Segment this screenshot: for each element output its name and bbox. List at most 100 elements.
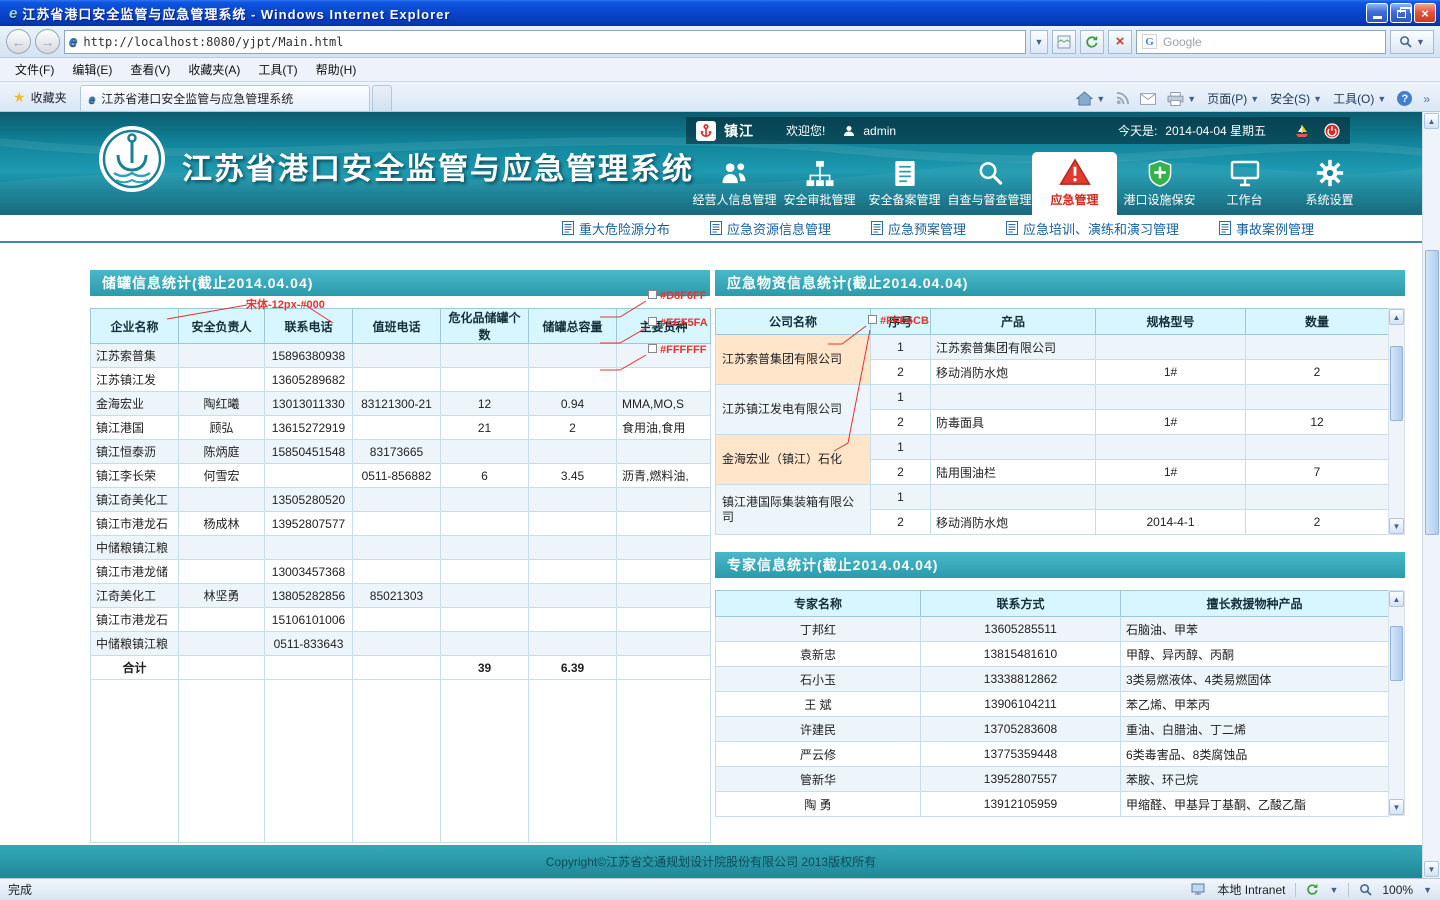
table-cell xyxy=(441,440,529,464)
subnav-case-management[interactable]: 事故案例管理 xyxy=(1219,219,1314,238)
experts-table-row: 管新华13952807557苯胺、环己烷 xyxy=(716,767,1389,792)
scroll-down-icon[interactable]: ▼ xyxy=(1389,518,1404,534)
command-bar: ▼ ▼ 页面(P) ▼ 安全(S) ▼ 工具(O) ▼ ? » xyxy=(1076,90,1436,111)
menu-file[interactable]: 文件(F) xyxy=(6,57,63,82)
table-cell xyxy=(1246,335,1389,360)
table-cell: 15106101006 xyxy=(265,608,353,632)
tank-table-row: 镇江恒泰沥陈炳庭1585045154883173665 xyxy=(91,440,711,464)
restore-button[interactable] xyxy=(1390,3,1412,23)
refresh-button[interactable] xyxy=(1080,30,1104,54)
page-scrollbar[interactable]: ▲ ▼ xyxy=(1422,112,1440,878)
page-icon: e xyxy=(69,33,77,50)
home-button[interactable]: ▼ xyxy=(1076,91,1105,106)
safety-menu-button[interactable]: 安全(S) ▼ xyxy=(1270,90,1322,107)
checkbox-icon xyxy=(648,344,657,353)
nav-emergency[interactable]: 应急管理 xyxy=(1032,152,1117,215)
subnav-plan-management[interactable]: 应急预案管理 xyxy=(871,219,966,238)
scroll-thumb[interactable] xyxy=(1425,250,1439,535)
overflow-chevron-icon[interactable]: » xyxy=(1423,92,1430,106)
table-cell: 2 xyxy=(871,360,931,385)
nav-operators[interactable]: 经营人信息管理 xyxy=(692,154,777,215)
scroll-up-icon[interactable]: ▲ xyxy=(1424,113,1439,129)
restore-icon xyxy=(1397,10,1406,18)
back-button[interactable]: ← xyxy=(6,29,31,54)
search-input[interactable]: G Google xyxy=(1136,30,1386,54)
scroll-down-icon[interactable]: ▼ xyxy=(1424,861,1439,877)
experts-table-row: 石小玉133388128623类易燃液体、4类易燃固体 xyxy=(716,667,1389,692)
table-cell: 12 xyxy=(441,392,529,416)
table-cell xyxy=(1246,385,1389,410)
browser-tab[interactable]: e 江苏省港口安全监管与应急管理系统 xyxy=(80,85,370,111)
menu-view[interactable]: 查看(V) xyxy=(121,57,179,82)
search-button[interactable]: ▼ xyxy=(1390,30,1434,54)
scroll-down-icon[interactable]: ▼ xyxy=(1389,799,1404,815)
tank-header-row: 企业名称 安全负责人 联系电话 值班电话 危化品储罐个数 储罐总容量 主要货种 xyxy=(91,309,711,344)
tank-table-row: 镇江市港龙储13003457368 xyxy=(91,560,711,584)
address-dropdown-button[interactable]: ▼ xyxy=(1030,30,1048,54)
table-cell: 85021303 xyxy=(353,584,441,608)
table-cell: 2 xyxy=(1246,360,1389,385)
page-menu-button[interactable]: 页面(P) ▼ xyxy=(1207,90,1259,107)
feeds-button[interactable] xyxy=(1116,92,1129,105)
menu-tools[interactable]: 工具(T) xyxy=(249,57,306,82)
experts-scrollbar[interactable]: ▲ ▼ xyxy=(1388,590,1405,816)
menu-help[interactable]: 帮助(H) xyxy=(307,57,366,82)
safety-menu-label: 安全(S) xyxy=(1270,90,1310,107)
menu-edit[interactable]: 编辑(E) xyxy=(63,57,121,82)
nav-approval[interactable]: 安全审批管理 xyxy=(777,154,862,215)
table-cell xyxy=(265,536,353,560)
nav-label: 工作台 xyxy=(1226,191,1262,208)
stop-button[interactable]: × xyxy=(1108,30,1132,54)
subnav-training-drills[interactable]: 应急培训、演练和演习管理 xyxy=(1006,219,1179,238)
forward-button[interactable]: → xyxy=(35,29,60,54)
table-cell xyxy=(617,656,711,680)
scroll-thumb[interactable] xyxy=(1390,346,1403,421)
table-cell: 顾弘 xyxy=(179,416,265,440)
scroll-up-icon[interactable]: ▲ xyxy=(1389,591,1404,607)
logout-icon[interactable] xyxy=(1324,123,1340,139)
supplies-scrollbar[interactable]: ▲ ▼ xyxy=(1388,308,1405,535)
scroll-up-icon[interactable]: ▲ xyxy=(1389,309,1404,325)
nav-port-security[interactable]: 港口设施保安 xyxy=(1117,154,1202,215)
scroll-thumb[interactable] xyxy=(1390,626,1403,681)
subnav-hazard-distribution[interactable]: 重大危险源分布 xyxy=(562,219,670,238)
mail-button[interactable] xyxy=(1140,93,1156,105)
chevron-down-icon[interactable]: ▼ xyxy=(1329,885,1338,895)
table-cell: 2 xyxy=(871,410,931,435)
address-input[interactable]: e http://localhost:8080/yjpt/Main.html xyxy=(64,30,1026,54)
today-label: 今天是: xyxy=(1118,122,1157,139)
browser-viewport: 江苏省港口安全监管与应急管理系统 镇江 欢迎您! admin 今天是: 2014… xyxy=(0,112,1440,878)
new-tab-button[interactable] xyxy=(372,85,392,111)
ship-icon[interactable] xyxy=(1294,124,1310,138)
compatibility-view-button[interactable] xyxy=(1052,30,1076,54)
minimize-button[interactable] xyxy=(1366,3,1388,23)
anchor-icon xyxy=(696,121,716,141)
nav-settings[interactable]: 系统设置 xyxy=(1287,153,1372,215)
table-cell: 林坚勇 xyxy=(179,584,265,608)
compat-status-icon[interactable] xyxy=(1306,883,1319,896)
nav-label: 经营人信息管理 xyxy=(692,191,776,208)
nav-workbench[interactable]: 工作台 xyxy=(1202,154,1287,215)
tab-title: 江苏省港口安全监管与应急管理系统 xyxy=(101,90,293,107)
print-button[interactable]: ▼ xyxy=(1167,92,1196,106)
nav-inspection[interactable]: 自查与督查管理 xyxy=(947,154,1032,215)
approval-icon xyxy=(805,160,835,187)
zoom-icon xyxy=(1359,883,1372,896)
col-header: 公司名称 xyxy=(716,309,871,335)
zoom-level[interactable]: 100% xyxy=(1382,883,1413,897)
close-button[interactable]: × xyxy=(1414,3,1436,23)
tools-menu-button[interactable]: 工具(O) ▼ xyxy=(1333,90,1386,107)
nav-label: 自查与督查管理 xyxy=(947,191,1031,208)
chevron-down-icon[interactable]: ▼ xyxy=(1423,885,1432,895)
help-button[interactable]: ? xyxy=(1397,91,1412,106)
tank-table-row: 镇江市港龙石杨成林13952807577 xyxy=(91,512,711,536)
mail-icon xyxy=(1140,93,1156,105)
sub-nav: 重大危险源分布 应急资源信息管理 应急预案管理 应急培训、演练和演习管理 事故案… xyxy=(0,215,1422,243)
favorites-button[interactable]: ★ 收藏夹 xyxy=(4,84,76,111)
table-cell: 12 xyxy=(1246,410,1389,435)
menu-favorites[interactable]: 收藏夹(A) xyxy=(179,57,249,82)
table-cell xyxy=(441,608,529,632)
document-icon xyxy=(710,221,722,235)
subnav-resource-info[interactable]: 应急资源信息管理 xyxy=(710,219,831,238)
nav-record[interactable]: 安全备案管理 xyxy=(862,154,947,215)
